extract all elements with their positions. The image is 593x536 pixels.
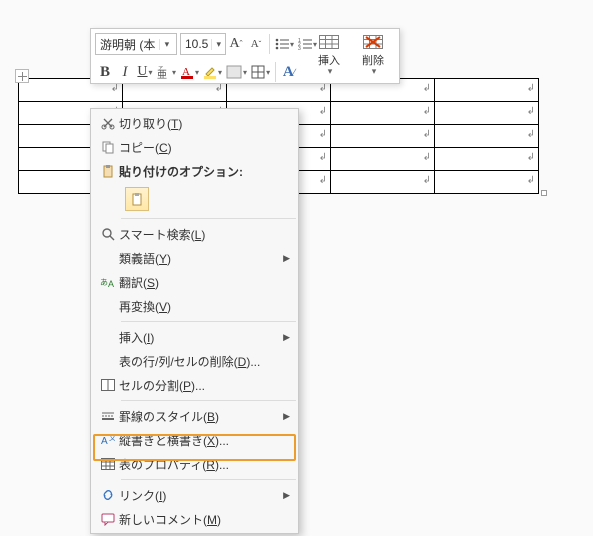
copy-icon [97,140,119,154]
menu-delete-rows-label: 表の行/列/セルの削除(D)... [119,353,290,370]
menu-reconvert-label: 再変換(V) [119,298,290,315]
bullets-button[interactable]: ▾ [273,33,296,55]
clipboard-icon [97,164,119,178]
text-direction-icon: A文 [97,433,119,447]
search-icon [97,227,119,241]
bullets-icon [275,38,289,50]
menu-copy-label: コピー(C) [119,139,290,156]
menu-link-label: リンク(I) [119,487,279,504]
table-properties-icon [97,458,119,470]
menu-link[interactable]: リンク(I) ▶ [91,483,298,507]
chevron-right-icon: ▶ [283,253,290,264]
menu-new-comment-label: 新しいコメント(M) [119,511,290,528]
font-size-combo[interactable]: 10.5 ▾ [180,33,226,55]
ruby-icon: ア 亜 [157,65,171,79]
table-delete-button[interactable]: 削除 ▾ [351,31,395,79]
scissors-icon [97,116,119,130]
menu-smart-lookup[interactable]: スマート検索(L) [91,222,298,246]
highlight-icon [203,65,217,79]
underline-button[interactable]: U▾ [135,61,155,83]
borders-button[interactable]: ▾ [249,61,272,83]
menu-paste-options-header: 貼り付けのオプション: [91,159,298,183]
context-menu: 切り取り(T) コピー(C) 貼り付けのオプション: スマート検索(L) 類義語… [90,108,299,534]
chevron-right-icon: ▶ [283,411,290,422]
menu-table-properties[interactable]: 表のプロパティ(R)... [91,452,298,476]
borders-icon [251,65,265,79]
chevron-right-icon: ▶ [283,490,290,501]
menu-insert-label: 挿入(I) [119,329,279,346]
chevron-down-icon: ▾ [211,39,225,50]
menu-split-cells[interactable]: セルの分割(P)... [91,373,298,397]
menu-text-direction[interactable]: A文 縦書きと横書き(X)... [91,428,298,452]
shading-button[interactable]: ▾ [224,61,249,83]
svg-text:A: A [101,436,108,447]
italic-button[interactable]: I [115,61,135,83]
svg-text:文: 文 [109,433,115,442]
menu-synonyms-label: 類義語(Y) [119,250,279,267]
menu-translate-label: 翻訳(S) [119,274,290,291]
ruby-button[interactable]: ア 亜 ▾ [155,61,178,83]
svg-text:亜: 亜 [157,70,167,79]
link-icon [97,488,119,502]
grow-font-button[interactable]: Aˆ [226,33,246,55]
table-delete-icon [363,35,383,53]
table-insert-button[interactable]: 挿入 ▾ [307,31,351,79]
chevron-right-icon: ▶ [283,332,290,343]
menu-smart-lookup-label: スマート検索(L) [119,226,290,243]
menu-synonyms[interactable]: 類義語(Y) ▶ [91,246,298,270]
highlight-button[interactable]: ▾ [201,61,224,83]
styles-button[interactable]: A∕ [279,61,299,83]
insert-label: 挿入 [318,56,340,67]
bold-button[interactable]: B [95,61,115,83]
table-insert-icon [319,35,339,53]
menu-split-cells-label: セルの分割(P)... [119,377,290,394]
font-name-combo[interactable]: 游明朝 (本 ▾ [95,33,177,55]
menu-table-properties-label: 表のプロパティ(R)... [119,456,290,473]
paste-keep-source-icon [125,187,149,211]
mini-toolbar: 挿入 ▾ 削除 ▾ 游明朝 (本 ▾ 10.5 ▾ [90,28,400,84]
menu-copy[interactable]: コピー(C) [91,135,298,159]
menu-cut-label: 切り取り(T) [119,115,290,132]
split-cells-icon [97,379,119,391]
font-name-value: 游明朝 (本 [96,36,159,53]
chevron-down-icon: ▾ [159,39,173,50]
comment-icon [97,513,119,526]
border-style-icon [97,410,119,422]
menu-paste-options-label: 貼り付けのオプション: [119,163,290,180]
menu-border-style[interactable]: 罫線のスタイル(B) ▶ [91,404,298,428]
delete-label: 削除 [362,56,384,67]
svg-text:3: 3 [298,46,301,50]
menu-border-style-label: 罫線のスタイル(B) [119,408,279,425]
table-resize-handle-icon[interactable] [541,190,547,196]
menu-text-direction-label: 縦書きと横書き(X)... [119,432,290,449]
font-size-value: 10.5 [181,37,211,51]
menu-paste-option-keep-source[interactable] [91,183,298,215]
chevron-down-icon: ▾ [328,67,333,76]
svg-text:A: A [108,279,114,289]
font-color-icon: A [180,65,194,79]
menu-new-comment[interactable]: 新しいコメント(M) [91,507,298,531]
shrink-font-button[interactable]: Aˇ [246,33,266,55]
menu-translate[interactable]: あA 翻訳(S) [91,270,298,294]
font-color-button[interactable]: A ▾ [178,61,201,83]
menu-reconvert[interactable]: 再変換(V) [91,294,298,318]
translate-icon: あA [97,275,119,289]
svg-text:あ: あ [100,278,108,287]
chevron-down-icon: ▾ [372,67,377,76]
menu-insert[interactable]: 挿入(I) ▶ [91,325,298,349]
menu-cut[interactable]: 切り取り(T) [91,111,298,135]
shading-icon [226,65,242,79]
menu-delete-rows[interactable]: 表の行/列/セルの削除(D)... [91,349,298,373]
